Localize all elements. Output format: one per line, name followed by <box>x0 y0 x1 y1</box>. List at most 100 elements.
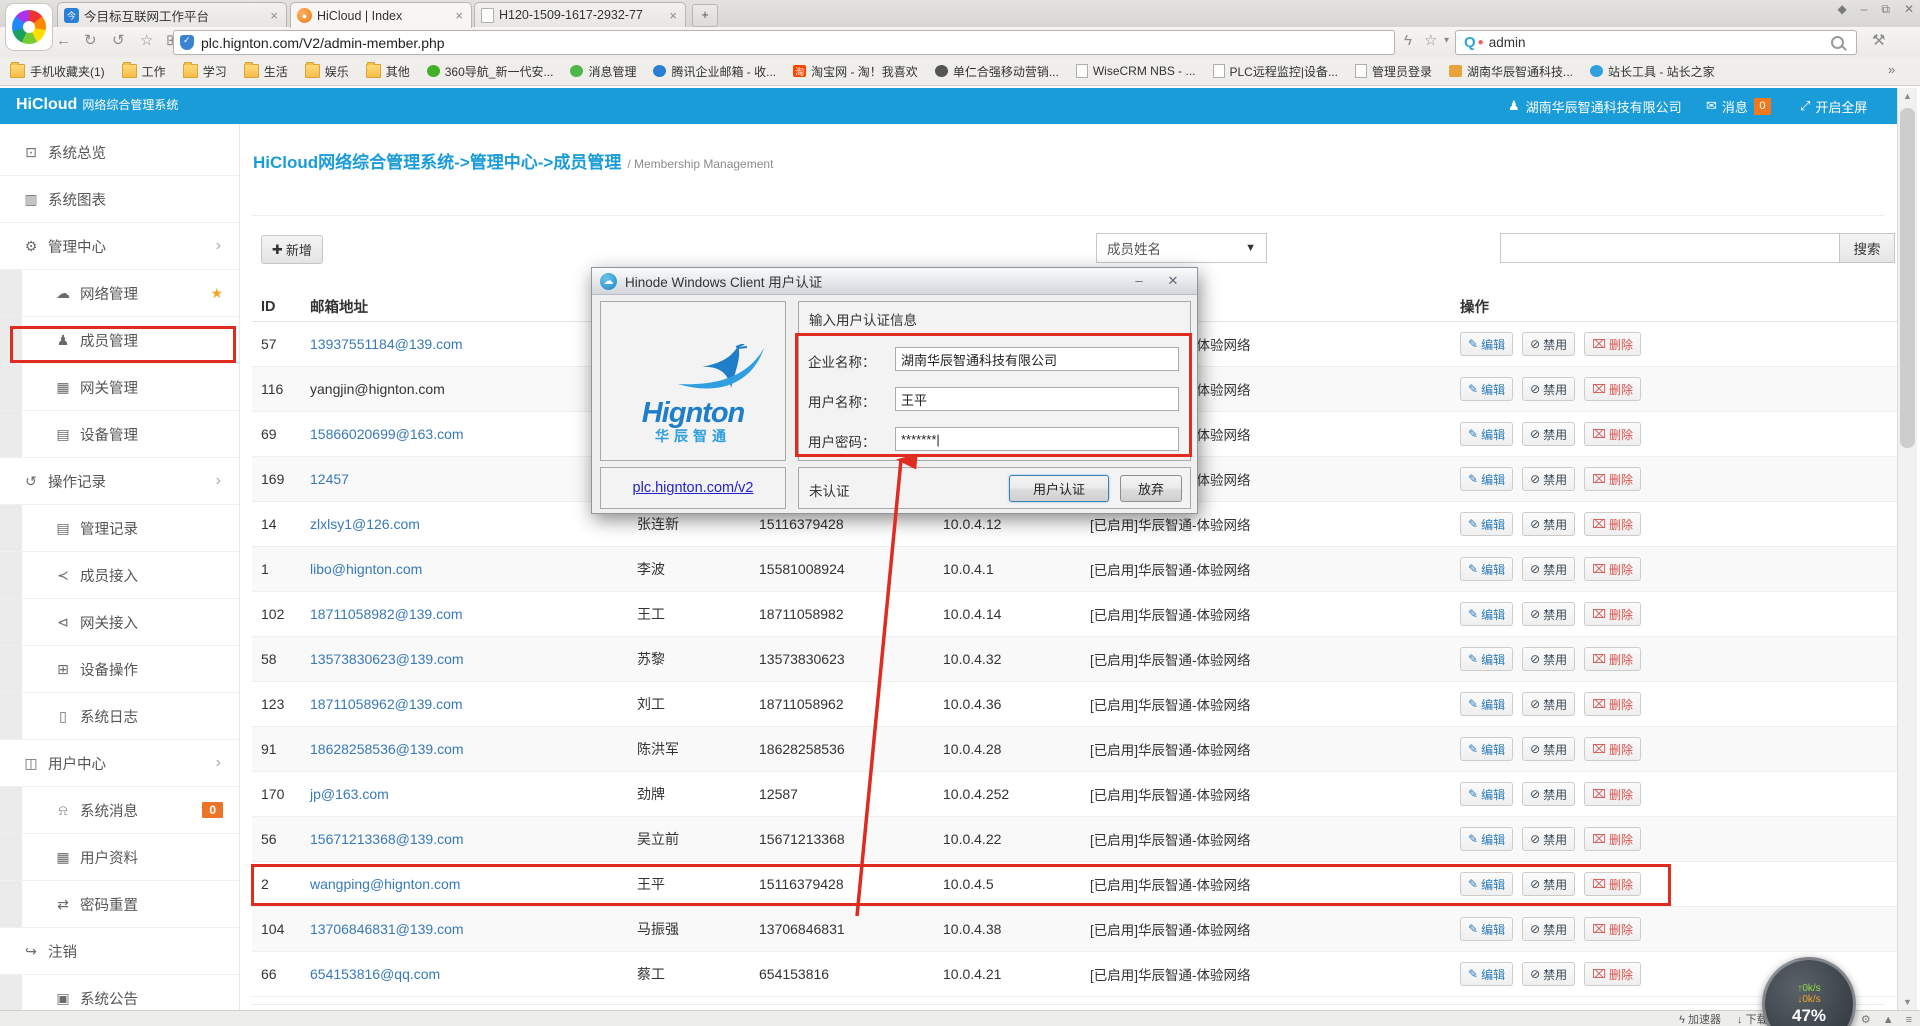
disable-button[interactable]: ⊘禁用 <box>1522 962 1575 986</box>
sidebar-item-系统日志[interactable]: ▯系统日志 <box>0 693 239 740</box>
scroll-up-icon[interactable]: ▲ <box>1898 91 1917 101</box>
disable-button[interactable]: ⊘禁用 <box>1522 602 1575 626</box>
cell-email[interactable]: 18711058962@139.com <box>310 696 637 712</box>
sidebar-item-用户资料[interactable]: ▦用户资料 <box>0 834 239 881</box>
edit-button[interactable]: ✎编辑 <box>1460 557 1513 581</box>
bookmark-item[interactable]: 单仁合强移动营销... <box>935 63 1059 80</box>
cell-email[interactable]: 18628258536@139.com <box>310 741 637 757</box>
cell-email[interactable]: 15671213368@139.com <box>310 831 637 847</box>
browser-tab[interactable]: ●HiCloud | Index× <box>290 2 472 28</box>
table-row[interactable]: 10218711058982@139.com王工1871105898210.0.… <box>252 592 1897 637</box>
sidebar-item-网关接入[interactable]: ⊲网关接入 <box>0 599 239 646</box>
table-row[interactable]: 10413706846831@139.com马振强1370684683110.0… <box>252 907 1897 952</box>
messages-button[interactable]: ✉ 消息 0 <box>1706 88 1771 124</box>
table-row[interactable]: 5813573830623@139.com苏黎1357383062310.0.4… <box>252 637 1897 682</box>
table-row[interactable]: 66654153816@qq.com蔡工65415381610.0.4.21[已… <box>252 952 1897 997</box>
sidebar-item-成员管理[interactable]: ♟成员管理 <box>0 317 239 364</box>
delete-button[interactable]: ⌧删除 <box>1584 377 1641 401</box>
disable-button[interactable]: ⊘禁用 <box>1522 917 1575 941</box>
table-row[interactable]: 12318711058962@139.com刘工1871105896210.0.… <box>252 682 1897 727</box>
edit-button[interactable]: ✎编辑 <box>1460 467 1513 491</box>
disable-button[interactable]: ⊘禁用 <box>1522 782 1575 806</box>
caret-down-icon[interactable]: ▾ <box>1438 27 1455 55</box>
delete-button[interactable]: ⌧删除 <box>1584 512 1641 536</box>
bookmark-item[interactable]: 其他 <box>366 63 410 80</box>
restore-icon[interactable]: ⧉ <box>1881 2 1890 17</box>
sidebar-item-设备管理[interactable]: ▤设备管理 <box>0 411 239 458</box>
authenticate-button[interactable]: 用户认证 <box>1009 475 1109 502</box>
bookmark-item[interactable]: WiseCRM NBS - ... <box>1076 64 1196 78</box>
up-icon[interactable]: ▲ <box>1883 1014 1894 1026</box>
delete-button[interactable]: ⌧删除 <box>1584 827 1641 851</box>
fullscreen-button[interactable]: ⤢ 开启全屏 <box>1800 88 1867 124</box>
disable-button[interactable]: ⊘禁用 <box>1522 422 1575 446</box>
auth-field-input[interactable] <box>895 387 1179 411</box>
company-menu[interactable]: ♟ 湖南华辰智通科技有限公司 <box>1508 88 1682 124</box>
delete-button[interactable]: ⌧删除 <box>1584 737 1641 761</box>
sidebar-item-密码重置[interactable]: ⇄密码重置 <box>0 881 239 928</box>
flash-icon[interactable]: ϟ <box>1398 27 1418 55</box>
sidebar-item-操作记录[interactable]: ↺操作记录› <box>0 458 239 505</box>
delete-button[interactable]: ⌧删除 <box>1584 422 1641 446</box>
magnifier-icon[interactable] <box>1831 36 1844 49</box>
accelerator-button[interactable]: ϟ 加速器 <box>1679 1011 1721 1026</box>
disable-button[interactable]: ⊘禁用 <box>1522 827 1575 851</box>
wrench-icon[interactable]: ⚒ <box>1866 27 1891 55</box>
member-search-input[interactable] <box>1500 233 1840 263</box>
cell-email[interactable]: 13573830623@139.com <box>310 651 637 667</box>
table-row[interactable]: 170jp@163.com劲牌1258710.0.4.252[已启用]华辰智通-… <box>252 772 1897 817</box>
edit-button[interactable]: ✎编辑 <box>1460 737 1513 761</box>
gear-icon[interactable]: ⚙ <box>1861 1014 1871 1026</box>
bookmark-item[interactable]: 腾讯企业邮箱 - 收... <box>653 63 776 80</box>
cell-email[interactable]: wangping@hignton.com <box>310 876 637 892</box>
sidebar-item-系统消息[interactable]: ⍾系统消息0 <box>0 787 239 834</box>
sidebar-item-用户中心[interactable]: ◫用户中心› <box>0 740 239 787</box>
search-box[interactable]: Q● admin <box>1455 30 1857 55</box>
cell-email[interactable]: yangjin@hignton.com <box>310 381 637 397</box>
browser-tab[interactable]: H120-1509-1617-2932-77× <box>474 2 686 27</box>
bookmark-item[interactable]: PLC远程监控|设备... <box>1213 63 1338 80</box>
delete-button[interactable]: ⌧删除 <box>1584 557 1641 581</box>
bookmarks-overflow-icon[interactable]: » <box>1888 62 1895 77</box>
bookmark-item[interactable]: 消息管理 <box>570 63 636 80</box>
bookmark-item[interactable]: 站长工具 - 站长之家 <box>1590 63 1715 80</box>
disable-button[interactable]: ⊘禁用 <box>1522 647 1575 671</box>
delete-button[interactable]: ⌧删除 <box>1584 872 1641 896</box>
table-row[interactable]: 2wangping@hignton.com王平1511637942810.0.4… <box>252 862 1897 907</box>
disable-button[interactable]: ⊘禁用 <box>1522 377 1575 401</box>
sidebar-item-成员接入[interactable]: ≺成员接入 <box>0 552 239 599</box>
edit-button[interactable]: ✎编辑 <box>1460 332 1513 356</box>
close-icon[interactable]: ✕ <box>1904 2 1914 17</box>
edit-button[interactable]: ✎编辑 <box>1460 602 1513 626</box>
auth-field-input[interactable] <box>895 427 1179 451</box>
auth-field-input[interactable] <box>895 347 1179 371</box>
cell-email[interactable]: 13706846831@139.com <box>310 921 637 937</box>
disable-button[interactable]: ⊘禁用 <box>1522 737 1575 761</box>
edit-button[interactable]: ✎编辑 <box>1460 872 1513 896</box>
table-row[interactable]: 1libo@hignton.com李波1558100892410.0.4.1[已… <box>252 547 1897 592</box>
delete-button[interactable]: ⌧删除 <box>1584 332 1641 356</box>
bookmark-item[interactable]: 360导航_新一代安... <box>427 63 554 80</box>
cell-email[interactable]: 15866020699@163.com <box>310 426 637 442</box>
edit-button[interactable]: ✎编辑 <box>1460 377 1513 401</box>
edit-button[interactable]: ✎编辑 <box>1460 692 1513 716</box>
delete-button[interactable]: ⌧删除 <box>1584 647 1641 671</box>
url-bar[interactable]: plc.hignton.com/V2/admin-member.php <box>173 30 1395 55</box>
bookmark-item[interactable]: 生活 <box>244 63 288 80</box>
sidebar-item-管理中心[interactable]: ⚙管理中心› <box>0 223 239 270</box>
bookmark-item[interactable]: 手机收藏夹(1) <box>10 63 105 80</box>
cell-email[interactable]: 12457 <box>310 471 637 487</box>
disable-button[interactable]: ⊘禁用 <box>1522 467 1575 491</box>
filter-select[interactable]: 成员姓名 ▼ <box>1096 233 1267 263</box>
back-icon[interactable]: ← <box>50 27 77 55</box>
portal-link[interactable]: plc.hignton.com/v2 <box>633 480 754 496</box>
edit-button[interactable]: ✎编辑 <box>1460 782 1513 806</box>
sidebar-item-系统总览[interactable]: ⊡系统总览 <box>0 129 239 176</box>
search-button[interactable]: 搜索 <box>1839 233 1895 263</box>
edit-button[interactable]: ✎编辑 <box>1460 422 1513 446</box>
dialog-minimize-icon[interactable]: – <box>1127 272 1151 290</box>
disable-button[interactable]: ⊘禁用 <box>1522 557 1575 581</box>
minimize-icon[interactable]: – <box>1861 2 1868 17</box>
refresh-icon[interactable]: ↻ <box>78 27 103 55</box>
tab-close-icon[interactable]: × <box>667 8 679 23</box>
